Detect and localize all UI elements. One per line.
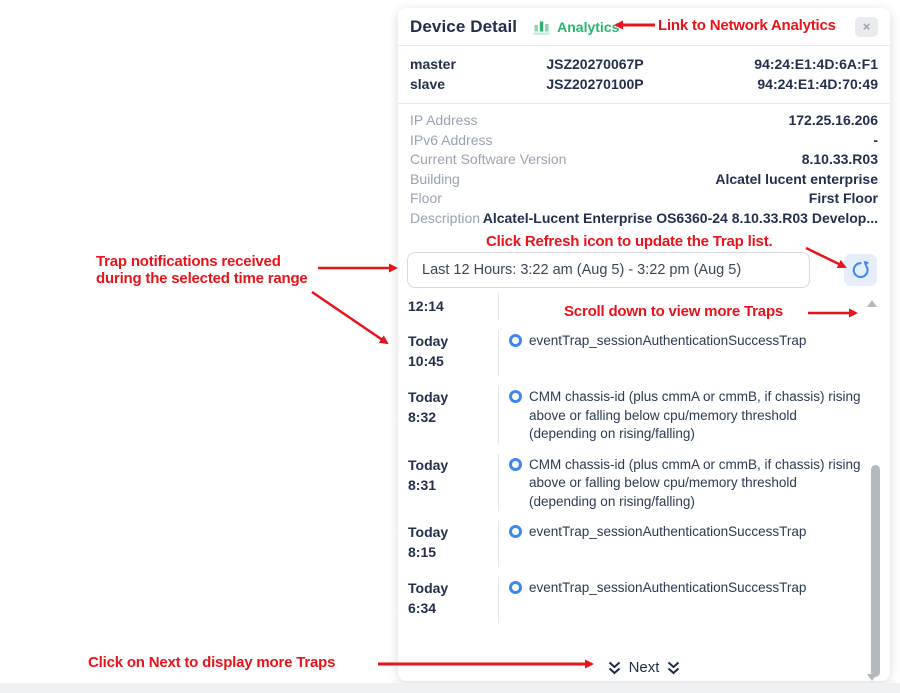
trap-message: eventTrap_sessionAuthenticationSuccessTr… [529, 523, 806, 542]
list-item[interactable]: Today 10:45 eventTrap_sessionAuthenticat… [408, 330, 862, 376]
scrollbar-up-arrow-icon[interactable] [867, 300, 877, 307]
trap-status-icon [509, 458, 522, 471]
chassis-role: slave [410, 76, 510, 92]
trap-controls: Last 12 Hours: 3:22 am (Aug 5) - 3:22 pm… [407, 252, 878, 288]
detail-value: 172.25.16.206 [788, 112, 878, 128]
detail-label: IP Address [410, 112, 477, 128]
analytics-link[interactable]: Analytics [533, 19, 619, 35]
detail-label: IPv6 Address [410, 132, 493, 148]
scrollbar-thumb[interactable] [871, 465, 880, 677]
trap-time: 6:34 [408, 599, 498, 617]
table-row: master JSZ20270067P 94:24:E1:4D:6A:F1 [410, 54, 878, 74]
detail-row: Floor First Floor [410, 190, 878, 210]
trap-message: CMM chassis-id (plus cmmA or cmmB, if ch… [529, 388, 862, 444]
trap-day: Today [408, 456, 498, 474]
device-detail-panel: Device Detail Analytics × master JSZ2027… [398, 8, 890, 681]
trap-time: 8:31 [408, 476, 498, 494]
close-icon[interactable]: × [855, 17, 878, 37]
refresh-icon [851, 260, 871, 280]
arrow-to-trap-list [312, 292, 387, 343]
page-bottom-strip [0, 683, 900, 693]
time-range-selector[interactable]: Last 12 Hours: 3:22 am (Aug 5) - 3:22 pm… [407, 252, 810, 288]
next-button[interactable]: Next [398, 654, 890, 681]
identity-section: master JSZ20270067P 94:24:E1:4D:6A:F1 sl… [398, 46, 890, 104]
chassis-serial: JSZ20270100P [510, 76, 680, 92]
next-button-label: Next [629, 659, 660, 676]
double-chevron-down-icon [607, 661, 622, 675]
detail-row: IPv6 Address - [410, 132, 878, 152]
detail-label: Floor [410, 190, 442, 206]
trap-day: Today [408, 579, 498, 597]
detail-row: Description Alcatel-Lucent Enterprise OS… [410, 210, 878, 230]
annotation-next: Click on Next to display more Traps [88, 654, 335, 671]
detail-value: 8.10.33.R03 [802, 151, 878, 167]
details-section: IP Address 172.25.16.206 IPv6 Address - … [398, 105, 890, 229]
page-title: Device Detail [410, 17, 517, 37]
annotation-refresh: Click Refresh icon to update the Trap li… [486, 233, 772, 250]
chassis-serial: JSZ20270067P [510, 56, 680, 72]
trap-status-icon [509, 334, 522, 347]
detail-label: Description [410, 210, 480, 226]
trap-day: Today [408, 523, 498, 541]
trap-time: 12:14 [408, 297, 498, 315]
annotation-analytics: Link to Network Analytics [658, 17, 836, 34]
trap-time: 8:15 [408, 543, 498, 561]
trap-list: 12:14 Today 10:45 eventTrap_sessionAuthe… [408, 293, 862, 633]
trap-message: eventTrap_sessionAuthenticationSuccessTr… [529, 579, 806, 598]
detail-row: Current Software Version 8.10.33.R03 [410, 151, 878, 171]
refresh-button[interactable] [844, 254, 877, 286]
scrollbar-down-arrow-icon[interactable] [867, 674, 877, 681]
list-item[interactable]: Today 8:32 CMM chassis-id (plus cmmA or … [408, 386, 862, 444]
detail-value: - [873, 132, 878, 148]
annotation-trap-range-line1: Trap notifications received [96, 253, 308, 270]
trap-message: eventTrap_sessionAuthenticationSuccessTr… [529, 332, 806, 351]
trap-day: Today [408, 388, 498, 406]
chassis-role: master [410, 56, 510, 72]
trap-time: 10:45 [408, 352, 498, 370]
analytics-link-label: Analytics [557, 19, 619, 35]
trap-status-icon [509, 525, 522, 538]
detail-row: IP Address 172.25.16.206 [410, 112, 878, 132]
trap-time: 8:32 [408, 408, 498, 426]
bar-chart-icon [533, 19, 551, 35]
trap-status-icon [509, 581, 522, 594]
detail-value: Alcatel-Lucent Enterprise OS6360-24 8.10… [483, 210, 878, 226]
detail-value: First Floor [809, 190, 878, 206]
annotation-trap-range: Trap notifications received during the s… [96, 253, 308, 287]
detail-label: Current Software Version [410, 151, 566, 167]
trap-day: Today [408, 332, 498, 350]
annotation-trap-range-line2: during the selected time range [96, 270, 308, 287]
detail-row: Building Alcatel lucent enterprise [410, 171, 878, 191]
double-chevron-down-icon [666, 661, 681, 675]
chassis-mac: 94:24:E1:4D:70:49 [680, 76, 878, 92]
list-item[interactable]: Today 8:31 CMM chassis-id (plus cmmA or … [408, 454, 862, 512]
detail-label: Building [410, 171, 460, 187]
trap-message: CMM chassis-id (plus cmmA or cmmB, if ch… [529, 456, 862, 512]
chassis-mac: 94:24:E1:4D:6A:F1 [680, 56, 878, 72]
annotation-scroll: Scroll down to view more Traps [564, 303, 783, 320]
table-row: slave JSZ20270100P 94:24:E1:4D:70:49 [410, 74, 878, 94]
list-item[interactable]: Today 8:15 eventTrap_sessionAuthenticati… [408, 521, 862, 567]
trap-status-icon [509, 390, 522, 403]
list-item[interactable]: Today 6:34 eventTrap_sessionAuthenticati… [408, 577, 862, 623]
detail-value: Alcatel lucent enterprise [715, 171, 878, 187]
